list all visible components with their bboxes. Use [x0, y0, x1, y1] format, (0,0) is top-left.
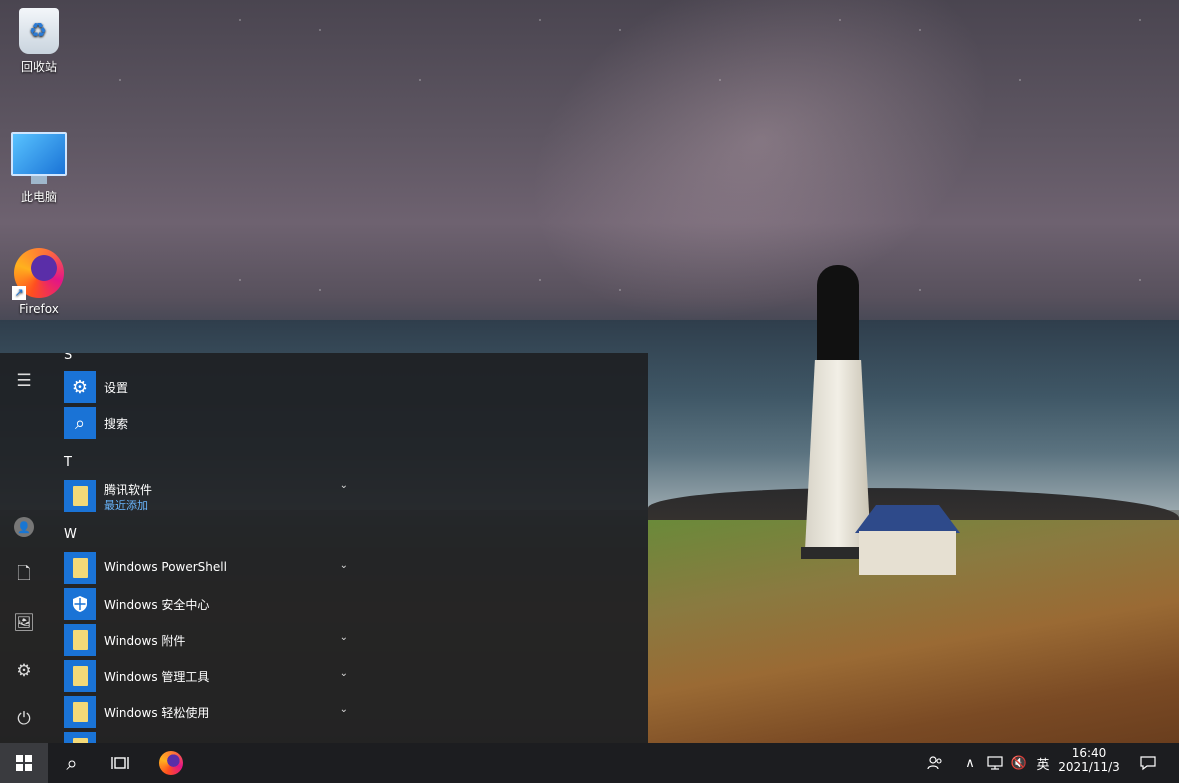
- clock-time: 16:40: [1071, 746, 1107, 760]
- chevron-down-icon[interactable]: ⌄: [340, 480, 348, 491]
- start-menu: ☰ 👤 🗋 🖼 ⚙ ⏻ S ⚙ 设置 ⌕ 搜索 T 腾讯软件 最近添加 ⌄ W …: [0, 353, 648, 743]
- firefox-icon: [12, 248, 64, 300]
- user-icon: 👤: [14, 517, 34, 537]
- app-name: Windows 轻松使用: [104, 706, 210, 720]
- folder-icon: [64, 732, 96, 743]
- keeper-house: [855, 505, 960, 575]
- app-list: S ⚙ 设置 ⌕ 搜索 T 腾讯软件 最近添加 ⌄ W Windows Powe…: [48, 353, 348, 743]
- app-item-accessories[interactable]: Windows 附件 ⌄: [64, 624, 348, 658]
- app-name: 腾讯软件: [104, 483, 153, 497]
- app-item-partial[interactable]: [64, 732, 314, 743]
- app-item-tencent[interactable]: 腾讯软件 最近添加 ⌄: [64, 480, 348, 514]
- folder-icon: [64, 480, 96, 512]
- ime-indicator[interactable]: 英: [1032, 743, 1054, 783]
- shield-icon: [64, 588, 96, 620]
- task-view-icon[interactable]: [96, 743, 144, 783]
- app-item-ease-of-access[interactable]: Windows 轻松使用 ⌄: [64, 696, 348, 730]
- recently-added-label: 最近添加: [104, 499, 148, 512]
- start-button[interactable]: [0, 743, 48, 783]
- app-name: Windows 安全中心: [104, 598, 210, 612]
- chevron-up-icon[interactable]: ∧: [960, 743, 980, 783]
- app-item-settings[interactable]: ⚙ 设置: [64, 371, 314, 405]
- gear-icon: ⚙: [64, 371, 96, 403]
- desktop-icon-this-pc[interactable]: 此电脑: [6, 132, 72, 205]
- section-header-t[interactable]: T: [64, 455, 72, 470]
- app-item-powershell[interactable]: Windows PowerShell ⌄: [64, 552, 348, 586]
- folder-icon: [64, 624, 96, 656]
- taskbar-firefox[interactable]: [148, 743, 194, 783]
- this-pc-icon: [11, 132, 67, 184]
- clock-date: 2021/11/3: [1058, 760, 1120, 774]
- chevron-down-icon[interactable]: ⌄: [340, 704, 348, 715]
- app-item-security-center[interactable]: Windows 安全中心: [64, 588, 314, 622]
- app-name: Windows PowerShell: [104, 560, 227, 574]
- app-name: Windows 附件: [104, 634, 186, 648]
- desktop-icon-firefox[interactable]: Firefox: [6, 248, 72, 316]
- app-item-admin-tools[interactable]: Windows 管理工具 ⌄: [64, 660, 348, 694]
- search-icon: ⌕: [64, 407, 96, 439]
- desktop-icon-label: 此电脑: [20, 190, 57, 204]
- menu-icon[interactable]: ☰: [0, 357, 48, 405]
- network-icon[interactable]: [984, 743, 1006, 783]
- folder-icon: [64, 696, 96, 728]
- section-header-w[interactable]: W: [64, 527, 77, 542]
- desktop-icon-recycle-bin[interactable]: 回收站: [6, 8, 72, 75]
- folder-icon: [64, 552, 96, 584]
- desktop-icon-label: 回收站: [20, 60, 57, 74]
- firefox-icon: [159, 751, 183, 775]
- app-name: 搜索: [104, 417, 129, 431]
- documents-icon[interactable]: 🗋: [0, 551, 48, 599]
- app-item-search[interactable]: ⌕ 搜索: [64, 407, 314, 441]
- app-name: Windows 管理工具: [104, 670, 210, 684]
- user-account-button[interactable]: 👤: [0, 503, 48, 551]
- app-name: 设置: [104, 381, 129, 395]
- taskbar: ⌕ ∧ 🔇 英 16:40 2021/11/3: [0, 743, 1179, 783]
- folder-icon: [64, 660, 96, 692]
- windows-logo-icon: [16, 755, 32, 771]
- search-icon[interactable]: ⌕: [48, 743, 96, 783]
- section-header-s[interactable]: S: [64, 353, 72, 363]
- volume-icon[interactable]: 🔇: [1008, 743, 1030, 783]
- power-icon[interactable]: ⏻: [0, 695, 48, 743]
- notification-icon[interactable]: [1128, 743, 1168, 783]
- start-menu-rail: ☰ 👤 🗋 🖼 ⚙ ⏻: [0, 353, 48, 743]
- desktop-icon-label: Firefox: [19, 302, 59, 316]
- pictures-icon[interactable]: 🖼: [0, 599, 48, 647]
- clock[interactable]: 16:40 2021/11/3: [1058, 743, 1120, 783]
- recycle-bin-icon: [19, 8, 59, 54]
- chevron-down-icon[interactable]: ⌄: [340, 668, 348, 679]
- chevron-down-icon[interactable]: ⌄: [340, 632, 348, 643]
- settings-icon[interactable]: ⚙: [0, 647, 48, 695]
- people-icon[interactable]: [922, 743, 948, 783]
- chevron-down-icon[interactable]: ⌄: [340, 560, 348, 571]
